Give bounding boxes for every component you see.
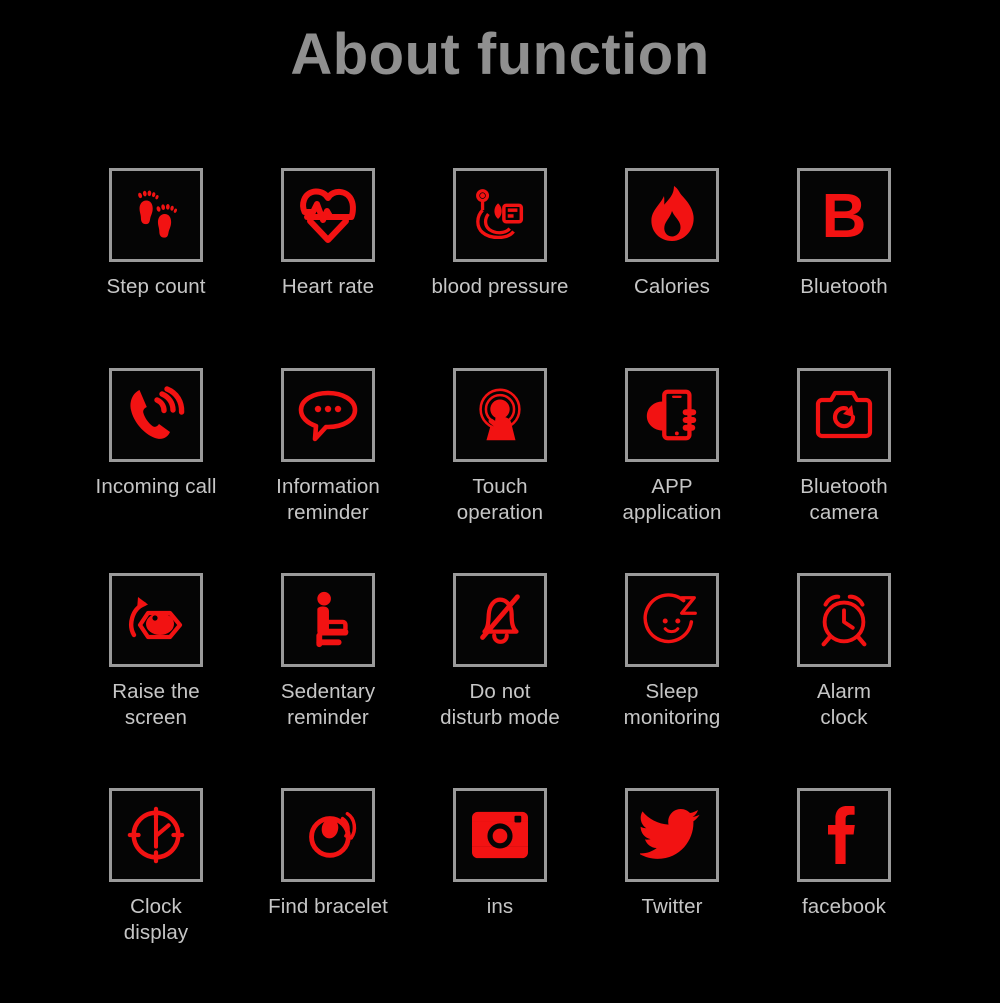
function-item-label: Do not disturb mode <box>440 680 560 730</box>
step-count-icon-box[interactable] <box>109 168 203 262</box>
camera-icon <box>815 390 873 439</box>
bluetooth-camera-icon-box[interactable] <box>797 368 891 462</box>
alarm-clock-icon <box>821 594 867 647</box>
sedentary-reminder-icon-box[interactable] <box>281 573 375 667</box>
function-item-app-application[interactable]: APP application <box>586 368 758 573</box>
function-grid: Step count Heart rate blood pressure Cal… <box>70 168 930 1003</box>
function-item-blood-pressure[interactable]: blood pressure <box>414 168 586 368</box>
function-item-label: Clock display <box>123 895 189 945</box>
function-item-sedentary-reminder[interactable]: Sedentary reminder <box>242 573 414 788</box>
instagram-icon <box>472 811 528 859</box>
touch-gesture-icon <box>479 388 521 441</box>
footprints-icon <box>138 190 177 238</box>
calories-icon-box[interactable] <box>625 168 719 262</box>
letter-b-icon: B <box>822 182 867 250</box>
function-item-find-bracelet[interactable]: Find bracelet <box>242 788 414 1003</box>
blood-pressure-icon-box[interactable] <box>453 168 547 262</box>
ins-icon-box[interactable] <box>453 788 547 882</box>
function-item-label: Information reminder <box>276 475 380 525</box>
function-item-touch-operation[interactable]: Touch operation <box>414 368 586 573</box>
raise-the-screen-icon-box[interactable] <box>109 573 203 667</box>
function-item-label: Find bracelet <box>268 895 388 918</box>
alarm-clock-icon-box[interactable] <box>797 573 891 667</box>
app-application-icon-box[interactable] <box>625 368 719 462</box>
function-item-label: blood pressure <box>431 275 569 298</box>
function-item-label: Touch operation <box>456 475 544 525</box>
do-not-disturb-icon-box[interactable] <box>453 573 547 667</box>
hand-holding-phone-icon <box>646 389 697 441</box>
function-item-incoming-call[interactable]: Incoming call <box>70 368 242 573</box>
function-item-calories[interactable]: Calories <box>586 168 758 368</box>
flame-icon <box>651 186 694 241</box>
twitter-icon-box[interactable] <box>625 788 719 882</box>
function-item-label: Incoming call <box>95 475 217 498</box>
function-item-bluetooth-camera[interactable]: Bluetooth camera <box>758 368 930 573</box>
function-item-ins[interactable]: ins <box>414 788 586 1003</box>
vibrating-bracelet-icon <box>309 811 357 858</box>
function-item-sleep-monitoring[interactable]: Sleep monitoring <box>586 573 758 788</box>
information-reminder-icon-box[interactable] <box>281 368 375 462</box>
function-item-clock-display[interactable]: Clock display <box>70 788 242 1003</box>
sitting-person-icon <box>316 591 349 648</box>
clock-display-icon-box[interactable] <box>109 788 203 882</box>
bell-muted-icon <box>480 594 520 644</box>
function-item-label: Sedentary reminder <box>280 680 376 730</box>
function-item-information-reminder[interactable]: Information reminder <box>242 368 414 573</box>
function-item-heart-rate[interactable]: Heart rate <box>242 168 414 368</box>
blood-pressure-monitor-icon <box>476 189 524 240</box>
function-item-label: Twitter <box>641 895 703 918</box>
function-item-alarm-clock[interactable]: Alarm clock <box>758 573 930 788</box>
sleep-monitoring-icon-box[interactable] <box>625 573 719 667</box>
function-item-label: facebook <box>801 895 886 918</box>
touch-operation-icon-box[interactable] <box>453 368 547 462</box>
incoming-call-icon-box[interactable] <box>109 368 203 462</box>
function-item-label: Sleep monitoring <box>623 680 721 730</box>
function-item-raise-the-screen[interactable]: Raise the screen <box>70 573 242 788</box>
function-item-step-count[interactable]: Step count <box>70 168 242 368</box>
function-item-label: Alarm clock <box>816 680 872 730</box>
speech-bubble-icon <box>298 390 358 442</box>
page-title: About function <box>290 22 710 87</box>
function-item-label: Heart rate <box>281 275 375 298</box>
facebook-icon-box[interactable] <box>797 788 891 882</box>
function-item-label: Step count <box>106 275 206 298</box>
function-item-twitter[interactable]: Twitter <box>586 788 758 1003</box>
clock-face-icon <box>127 806 185 864</box>
facebook-f-icon <box>828 806 855 864</box>
ringing-phone-icon <box>130 386 185 439</box>
function-item-label: Bluetooth camera <box>800 475 888 525</box>
heart-rate-icon-box[interactable] <box>281 168 375 262</box>
function-item-facebook[interactable]: facebook <box>758 788 930 1003</box>
function-item-label: APP application <box>622 475 722 525</box>
function-item-label: Raise the screen <box>112 680 200 730</box>
function-item-bluetooth[interactable]: B Bluetooth <box>758 168 930 368</box>
function-item-do-not-disturb[interactable]: Do not disturb mode <box>414 573 586 788</box>
svg-text:B: B <box>822 182 867 250</box>
twitter-bird-icon <box>640 809 700 859</box>
function-item-label: ins <box>486 895 514 918</box>
sleeping-face-icon <box>643 593 697 644</box>
function-item-label: Calories <box>634 275 710 298</box>
bluetooth-icon-box[interactable]: B <box>797 168 891 262</box>
find-bracelet-icon-box[interactable] <box>281 788 375 882</box>
eye-rotate-icon <box>129 597 183 640</box>
function-item-label: Bluetooth <box>800 275 888 298</box>
heart-pulse-icon <box>300 188 356 243</box>
